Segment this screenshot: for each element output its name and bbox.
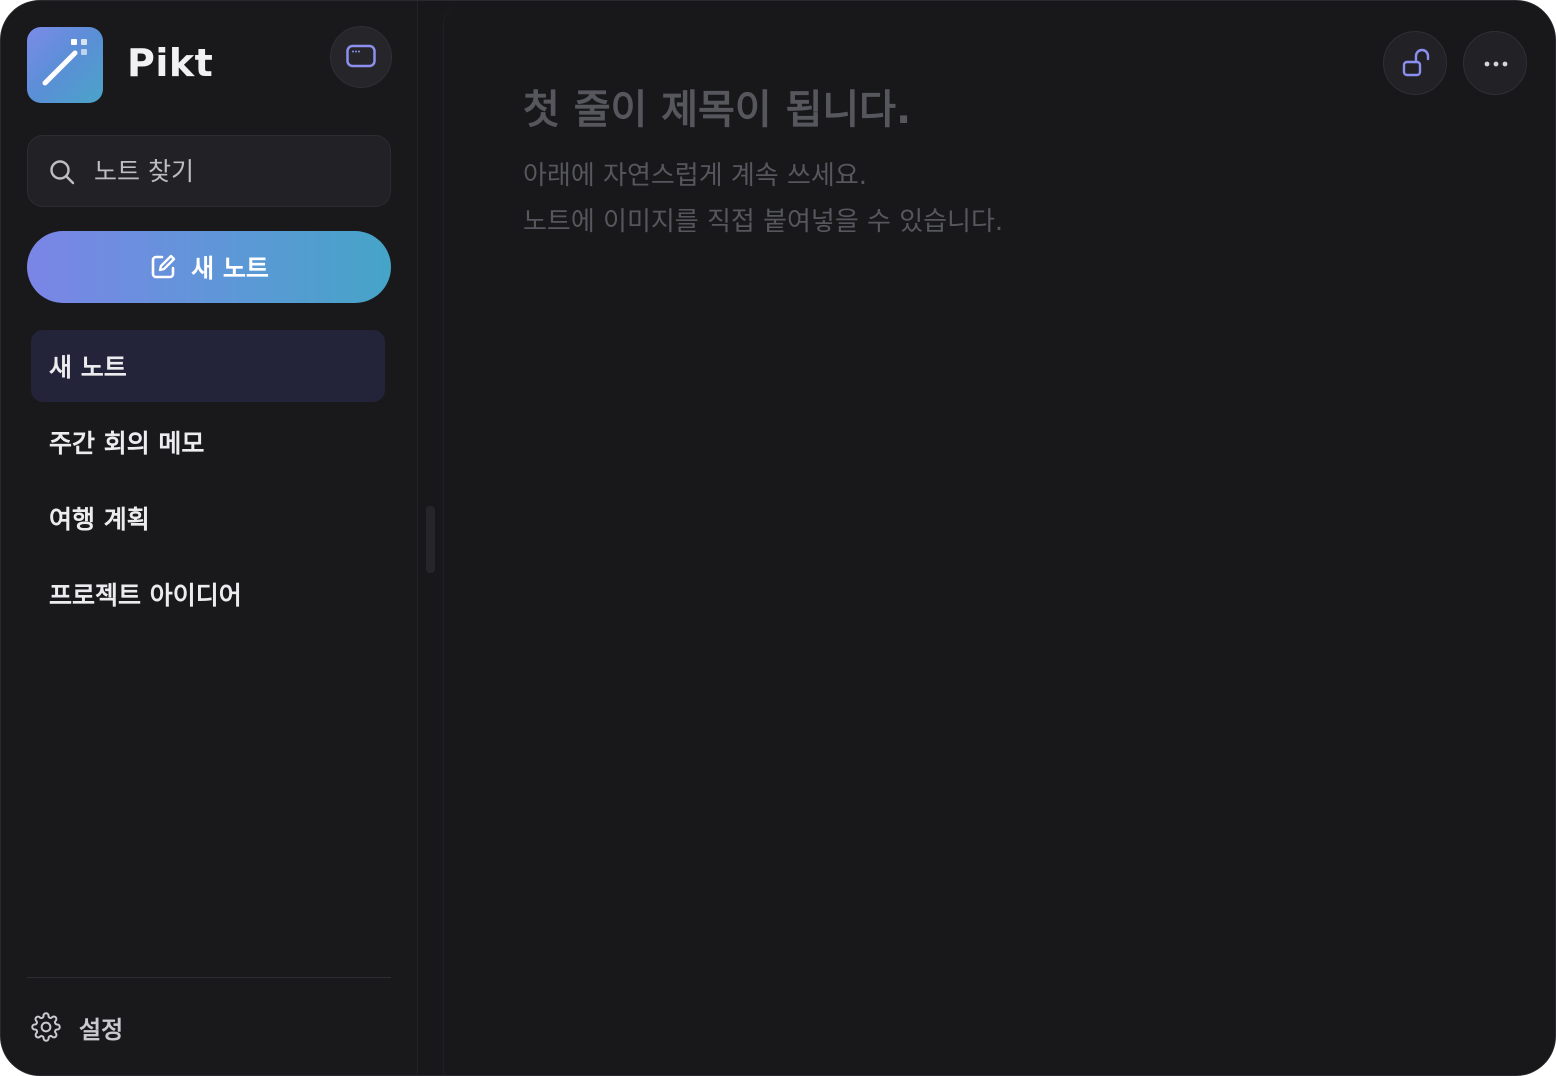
note-editor[interactable]: 첫 줄이 제목이 됩니다. 아래에 자연스럽게 계속 쓰세요. 노트에 이미지를… [443, 1, 1555, 1075]
more-horizontal-icon [1484, 61, 1508, 67]
window-icon [346, 44, 376, 68]
note-list: 새 노트 주간 회의 메모 여행 계획 프로젝트 아이디어 [31, 330, 385, 634]
app-logo-icon [27, 27, 103, 103]
search-box [27, 135, 391, 207]
editor-title-placeholder[interactable]: 첫 줄이 제목이 됩니다. [523, 77, 911, 135]
note-list-item-active[interactable]: 새 노트 [31, 330, 385, 402]
editor-body-placeholder[interactable]: 아래에 자연스럽게 계속 쓰세요. 노트에 이미지를 직접 붙여넣을 수 있습니… [523, 153, 1003, 245]
unlock-icon [1402, 48, 1430, 77]
sidebar-resize-handle[interactable] [426, 506, 435, 573]
settings-label: 설정 [79, 1015, 124, 1044]
note-list-item[interactable]: 여행 계획 [31, 482, 385, 554]
app-name: Pikt [127, 41, 214, 85]
search-icon [50, 160, 75, 185]
app-window: Pikt 새 노트 [0, 0, 1556, 1076]
new-note-button[interactable]: 새 노트 [27, 231, 391, 303]
new-note-button-label: 새 노트 [191, 254, 269, 283]
note-list-item[interactable]: 프로젝트 아이디어 [31, 558, 385, 630]
note-title: 프로젝트 아이디어 [49, 581, 242, 610]
search-input[interactable] [92, 150, 376, 192]
settings-button[interactable]: 설정 [31, 1005, 123, 1049]
edit-icon [151, 254, 176, 279]
note-list-item[interactable]: 주간 회의 메모 [31, 406, 385, 478]
sidebar: Pikt 새 노트 [1, 1, 418, 1075]
lock-toggle-button[interactable] [1383, 31, 1447, 95]
window-toggle-button[interactable] [330, 26, 392, 88]
note-title: 주간 회의 메모 [49, 429, 205, 458]
editor-body-line: 아래에 자연스럽게 계속 쓰세요. [523, 161, 868, 191]
sidebar-divider [27, 977, 391, 978]
gear-icon [31, 1012, 61, 1042]
editor-body-line: 노트에 이미지를 직접 붙여넣을 수 있습니다. [523, 207, 1004, 237]
note-title: 여행 계획 [49, 505, 150, 534]
more-options-button[interactable] [1463, 31, 1527, 95]
note-title: 새 노트 [49, 353, 127, 382]
